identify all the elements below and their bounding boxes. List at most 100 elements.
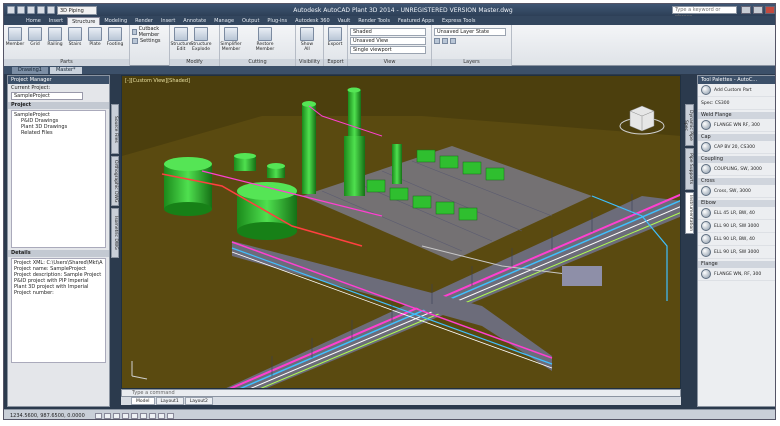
current-project-label: Current Project: (11, 85, 51, 91)
layout-tab-layout1[interactable]: Layout1 (155, 397, 184, 405)
viewport-select[interactable]: Single viewport (350, 46, 426, 54)
side-tab-dynamic-pipe-spec[interactable]: Dynamic Pipe Spec (683, 104, 694, 146)
side-tab-source-files[interactable]: Source Files (111, 104, 119, 154)
tab-vault[interactable]: Vault (334, 17, 355, 25)
dyn-toggle[interactable] (157, 412, 165, 419)
ortho-toggle[interactable] (112, 412, 120, 419)
tab-insert-2[interactable]: Insert (157, 17, 179, 25)
plate-icon (88, 27, 102, 41)
side-tab-instrumentation[interactable]: Instrumentation (685, 192, 694, 234)
custom-part-icon (701, 85, 711, 95)
palette-section-header: Cross (698, 178, 775, 185)
tab-output[interactable]: Output (238, 17, 263, 25)
tab-plugins[interactable]: Plug-ins (263, 17, 291, 25)
palette-item[interactable]: Cross, SW, 3000 (698, 185, 775, 198)
osnap-toggle[interactable] (130, 412, 138, 419)
palette-item[interactable]: Spec: CS300 (698, 97, 775, 110)
otrack-toggle[interactable] (139, 412, 147, 419)
maximize-button[interactable] (753, 6, 763, 14)
panel-cutting: Simplifier Member Restore Member Cutting (220, 25, 296, 66)
tab-autodesk-360[interactable]: Autodesk 360 (291, 17, 334, 25)
polar-toggle[interactable] (121, 412, 129, 419)
palette-item[interactable]: ELL 90 LR, SW 3000 (698, 220, 775, 233)
palette-item[interactable]: Add Custom Part (698, 84, 775, 97)
layer-freeze-icon[interactable] (442, 38, 448, 44)
quick-access-toolbar: 3D Piping (4, 5, 134, 15)
palette-item[interactable]: ELL 90 LR, BW, 40 (698, 233, 775, 246)
tab-annotate[interactable]: Annotate (179, 17, 210, 25)
palette-item[interactable]: FLANGE WN RF, 300 (698, 119, 775, 132)
grid-toggle[interactable] (103, 412, 111, 419)
layer-lock-icon[interactable] (450, 38, 456, 44)
command-line-input[interactable]: Type a command (121, 389, 681, 397)
storage-tank-1 (164, 157, 212, 216)
doc-tab-drawing1[interactable]: Drawing1 (12, 67, 48, 74)
project-manager-panel: Project Manager Current Project: SampleP… (7, 75, 110, 407)
layout-tabs: Model Layout1 Layout2 (121, 397, 681, 405)
view-select[interactable]: Unsaved View (350, 37, 426, 45)
details-section-header: Details (8, 250, 109, 257)
export-icon (328, 27, 342, 41)
tab-structure[interactable]: Structure (67, 17, 101, 25)
palette-section-header: Cap (698, 134, 775, 141)
layer-state-select[interactable]: Unsaved Layer State (434, 28, 506, 36)
panel-export: Export Export (324, 25, 348, 66)
panel-modify: Structure Edit Structure Explode Modify (170, 25, 220, 66)
railing-icon (48, 27, 62, 41)
elbow-icon (701, 234, 711, 244)
palette-item[interactable]: ELL 90 LR, SW 3000 (698, 246, 775, 259)
tab-render[interactable]: Render (131, 17, 157, 25)
current-project-select[interactable]: SampleProject (11, 92, 83, 100)
settings-icon (132, 38, 138, 44)
model-viewport[interactable]: [-][Custom View][Shaded] (121, 75, 681, 389)
tab-home[interactable]: Home (22, 17, 45, 25)
layout-tab-layout2[interactable]: Layout2 (184, 397, 213, 405)
doc-tab-master[interactable]: Master* (49, 67, 82, 74)
simplifier-icon (224, 27, 238, 41)
visual-style-select[interactable]: Shaded (350, 28, 426, 36)
close-button[interactable] (765, 6, 775, 14)
palette-item[interactable]: FLANGE WN, RF, 300 (698, 268, 775, 281)
palette-item[interactable]: CAP BV 20, CS300 (698, 141, 775, 154)
minimize-button[interactable] (741, 6, 751, 14)
project-manager-title: Project Manager (8, 76, 109, 84)
search-input[interactable]: Type a keyword or phrase (672, 6, 737, 20)
tree-item-related-files[interactable]: Related Files (14, 130, 103, 136)
tab-manage[interactable]: Manage (210, 17, 238, 25)
small-tank-2 (267, 163, 285, 178)
undo-icon[interactable] (47, 6, 55, 14)
lineweight-toggle[interactable] (166, 412, 174, 419)
side-tab-isometric[interactable]: Isometric DWG (111, 208, 119, 258)
tab-modeling[interactable]: Modeling (100, 17, 131, 25)
new-icon[interactable] (17, 6, 25, 14)
elbow-icon (701, 247, 711, 257)
tab-render-tools[interactable]: Render Tools (354, 17, 394, 25)
settings-button[interactable]: Settings (132, 37, 167, 45)
project-section-header: Project (8, 102, 109, 109)
side-tab-pipe-supports[interactable]: Pipe Supports (685, 148, 694, 190)
palette-item[interactable]: ELL 45 LR, BW, 40 (698, 207, 775, 220)
layout-tab-model[interactable]: Model (131, 397, 155, 405)
tab-insert[interactable]: Insert (45, 17, 67, 25)
app-menu-icon[interactable] (7, 6, 15, 14)
coupling-icon (701, 164, 711, 174)
layer-icon[interactable] (434, 38, 440, 44)
tab-featured-apps[interactable]: Featured Apps (394, 17, 438, 25)
palette-section-header: Flange (698, 261, 775, 268)
save-icon[interactable] (37, 6, 45, 14)
view-cube[interactable] (619, 105, 665, 135)
cap-icon (701, 142, 711, 152)
panel-title-export: Export (324, 59, 347, 66)
structure-edit-icon (174, 27, 188, 41)
ducs-toggle[interactable] (148, 412, 156, 419)
side-tab-orthographic[interactable]: Orthographic DWG (111, 156, 119, 206)
palette-item[interactable]: COUPLING, SW, 3000 (698, 163, 775, 176)
title-bar: 3D Piping Autodesk AutoCAD Plant 3D 2014… (4, 4, 775, 20)
workspace-select[interactable]: 3D Piping (57, 5, 97, 15)
cutback-member-button[interactable]: Cutback Member (132, 26, 167, 38)
snap-toggle[interactable] (94, 412, 102, 419)
viewport-controls-label[interactable]: [-][Custom View][Shaded] (125, 78, 190, 84)
tab-express-tools[interactable]: Express Tools (438, 17, 479, 25)
open-icon[interactable] (27, 6, 35, 14)
ribbon-panel: Member Grid Railing Stairs Plate Footing… (4, 25, 775, 66)
